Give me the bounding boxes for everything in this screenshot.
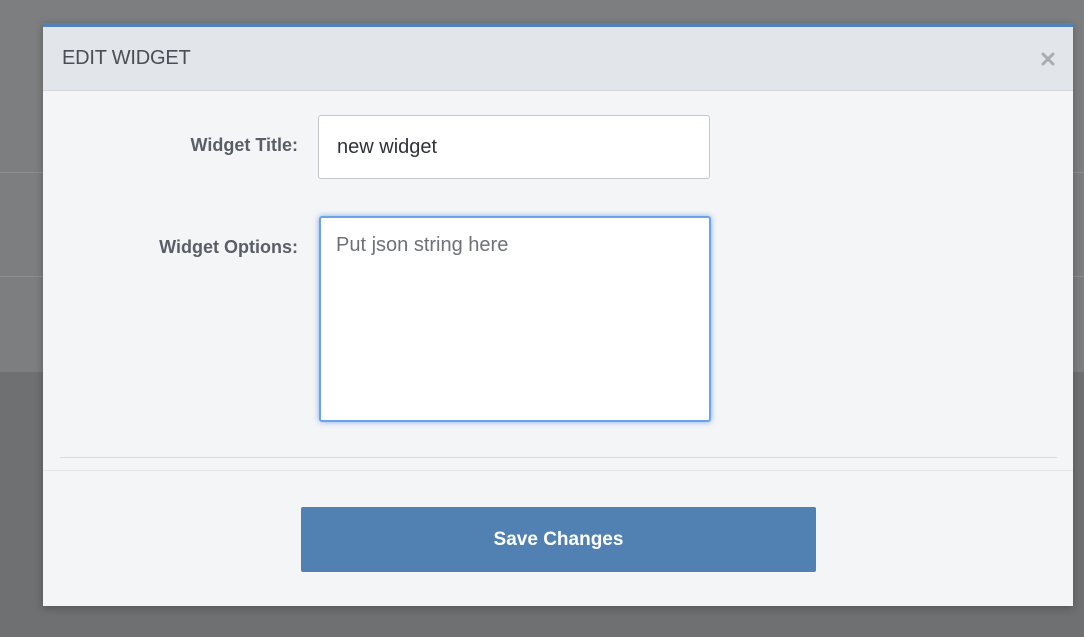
widget-title-input[interactable] <box>318 115 710 179</box>
widget-title-label: Widget Title: <box>190 135 299 155</box>
modal-header: EDIT WIDGET <box>43 27 1073 91</box>
close-icon <box>1041 52 1055 66</box>
modal-title: EDIT WIDGET <box>62 47 191 69</box>
footer-divider <box>43 470 1073 471</box>
widget-options-label: Widget Options: <box>159 237 298 257</box>
body-divider <box>60 457 1057 458</box>
widget-options-textarea[interactable] <box>319 216 711 422</box>
edit-widget-modal: EDIT WIDGET Widget Title: Widget Options… <box>43 23 1073 606</box>
modal-body: Widget Title: Widget Options: <box>43 91 1073 471</box>
save-changes-button[interactable]: Save Changes <box>301 507 816 572</box>
close-button[interactable] <box>1036 47 1060 71</box>
